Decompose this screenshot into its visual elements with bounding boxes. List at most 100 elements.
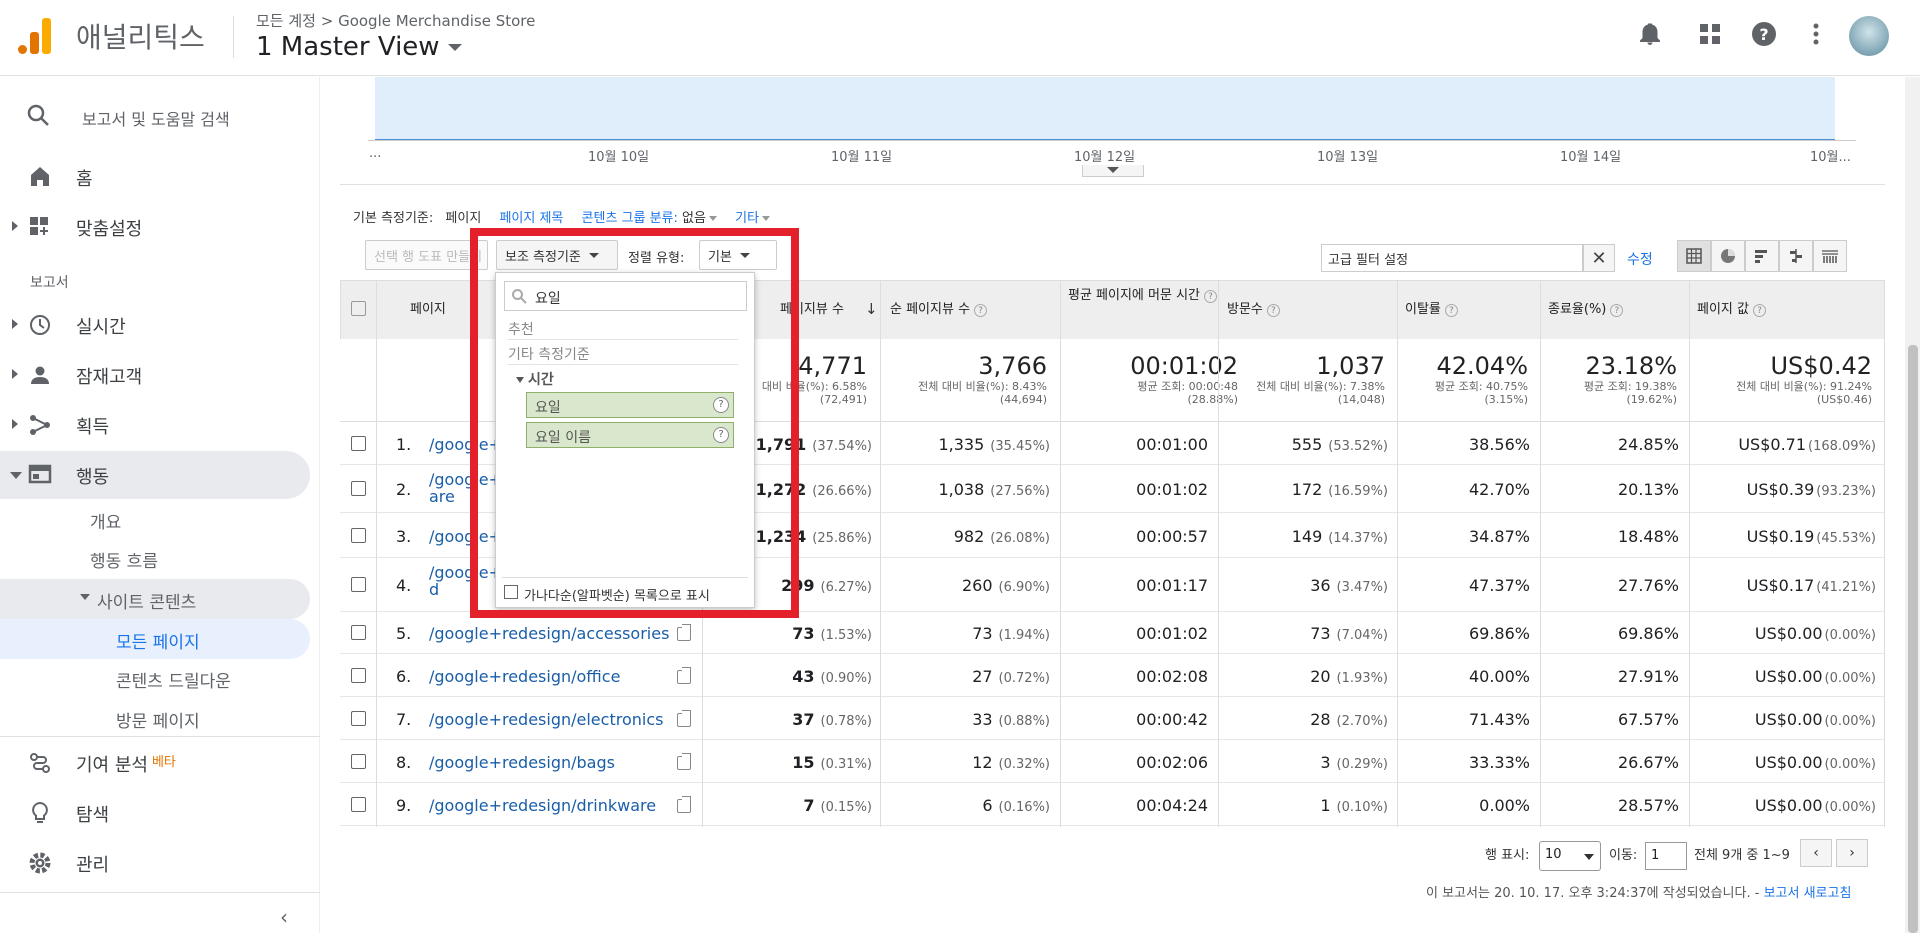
sidebar-item-behavior-overview[interactable]: 개요	[90, 508, 121, 533]
help-icon[interactable]: ?	[1266, 304, 1280, 317]
sidebar-item-home[interactable]: 홈	[0, 153, 310, 201]
cell-pct: (27.56%)	[990, 484, 1050, 499]
external-link-icon[interactable]	[677, 752, 691, 770]
header-label: 페이지	[410, 302, 446, 317]
help-icon[interactable]: ?	[1750, 20, 1778, 48]
goto-input[interactable]: 1	[1645, 842, 1687, 870]
view-selector[interactable]: 1 Master View	[256, 32, 462, 62]
avatar[interactable]	[1849, 16, 1889, 56]
external-link-icon[interactable]	[677, 795, 691, 813]
sidebar-item-attribution[interactable]: 기여 분석 베타	[0, 739, 310, 787]
bar-view-icon[interactable]	[1745, 240, 1779, 272]
row-checkbox[interactable]	[351, 625, 366, 640]
page-link[interactable]: /google+redesign/accessories	[429, 624, 669, 643]
external-link-icon[interactable]	[677, 624, 691, 641]
collapse-sidebar-icon[interactable]: ‹	[280, 905, 288, 929]
row-index: 3.	[396, 526, 412, 546]
row-checkbox[interactable]	[351, 527, 366, 543]
row-checkbox[interactable]	[351, 435, 366, 451]
advanced-filter-input[interactable]: 고급 필터 설정	[1321, 244, 1583, 272]
sidebar-item-audience[interactable]: 잠재고객	[0, 351, 310, 399]
cell-entrances: 36 (3.47%)	[1220, 576, 1388, 595]
primary-dimension-bar: 기본 측정기준: 페이지 페이지 제목 콘텐츠 그룹 분류: 없음 기타	[353, 207, 771, 226]
cell-pct: (41.21%)	[1816, 580, 1876, 595]
cell-pct: (0.31%)	[820, 756, 872, 772]
prev-page-button[interactable]: ‹	[1800, 839, 1832, 867]
sidebar-item-behavior[interactable]: 행동	[0, 451, 310, 499]
external-link-icon[interactable]	[677, 709, 691, 727]
sidebar-item-customization[interactable]: 맞춤설정	[0, 203, 310, 251]
help-icon[interactable]: ?	[1444, 304, 1458, 317]
bell-icon[interactable]	[1636, 20, 1664, 48]
cell-pct: (0.29%)	[1336, 756, 1388, 772]
pie-view-icon[interactable]	[1711, 240, 1745, 272]
cell-pct: (0.16%)	[998, 799, 1050, 815]
modify-filter-link[interactable]: 수정	[1627, 249, 1653, 269]
external-link-icon[interactable]	[677, 666, 691, 684]
help-icon[interactable]: ?	[1204, 290, 1217, 303]
more-vert-icon[interactable]	[1802, 20, 1830, 48]
rows-per-page-select[interactable]: 10	[1539, 841, 1601, 871]
page-link[interactable]: /google+redesign/bags	[429, 753, 615, 772]
pivot-view-icon[interactable]	[1813, 240, 1847, 272]
column-divider	[376, 280, 377, 827]
row-checkbox[interactable]	[351, 481, 366, 496]
row-checkbox[interactable]	[351, 577, 366, 592]
page-link[interactable]: /google+redesign/electronics	[429, 710, 663, 729]
next-page-button[interactable]: ›	[1836, 839, 1868, 867]
cell-page-value: US$0.00 (0.00%)	[1692, 796, 1876, 815]
row-checkbox[interactable]	[351, 753, 366, 769]
header-unique-pageviews[interactable]: 순 페이지뷰 수?	[890, 301, 988, 319]
close-icon[interactable]: ✕	[1583, 244, 1615, 272]
sidebar-search[interactable]: 보고서 및 도움말 검색	[0, 95, 320, 135]
content-group-link[interactable]: 콘텐츠 그룹 분류: 없음	[582, 211, 717, 226]
cell-page-value: US$0.17 (41.21%)	[1692, 576, 1876, 595]
page-link[interactable]: /google+redesign/office	[429, 667, 620, 686]
attribution-icon	[28, 751, 54, 775]
cell-unique-pageviews: 6 (0.16%)	[882, 796, 1050, 815]
chart-collapse-handle[interactable]	[1082, 165, 1144, 177]
table-view-icon[interactable]	[1677, 240, 1711, 272]
sidebar-item-landing-pages[interactable]: 방문 페이지	[116, 707, 200, 732]
breadcrumb[interactable]: 모든 계정 > Google Merchandise Store	[256, 10, 535, 31]
sidebar-item-site-content[interactable]: 사이트 콘텐츠	[0, 579, 310, 619]
refresh-report-link[interactable]: 보고서 새로고침	[1764, 886, 1852, 901]
report-generated-note: 이 보고서는 20. 10. 17. 오후 3:24:37에 작성되었습니다. …	[1426, 882, 1851, 901]
comparison-view-icon[interactable]	[1779, 240, 1813, 272]
header-page-value[interactable]: 페이지 값?	[1697, 301, 1766, 319]
sidebar-item-all-pages[interactable]: 모든 페이지	[0, 619, 310, 659]
sidebar-item-admin[interactable]: 관리	[0, 839, 310, 887]
cell-pct: (0.78%)	[820, 713, 872, 729]
analytics-logo-icon[interactable]	[18, 18, 54, 54]
row-checkbox[interactable]	[351, 796, 366, 812]
header-page[interactable]: 페이지	[410, 301, 446, 319]
header-exit-rate[interactable]: 종료율(%)?	[1548, 301, 1624, 319]
cell-pct: (93.23%)	[1816, 484, 1876, 499]
page-link[interactable]: /google+redesign/drinkware	[429, 796, 656, 815]
help-icon[interactable]: ?	[974, 304, 988, 317]
column-divider	[1884, 280, 1885, 827]
header-avg-time[interactable]: 평균 페이지에 머문 시간?	[1068, 287, 1218, 305]
sidebar-item-behavior-flow[interactable]: 행동 흐름	[90, 547, 158, 572]
dimension-page-title-link[interactable]: 페이지 제목	[499, 211, 563, 226]
cell-value: US$0.39	[1746, 480, 1815, 499]
row-checkbox[interactable]	[351, 710, 366, 726]
cell-pct: (6.27%)	[820, 580, 872, 595]
apps-icon[interactable]	[1696, 20, 1724, 48]
row-checkbox[interactable]	[351, 667, 366, 683]
total-value: 42.04%	[1436, 352, 1528, 380]
sidebar-item-realtime[interactable]: 실시간	[0, 301, 310, 349]
sidebar-divider	[0, 892, 320, 893]
sort-desc-icon[interactable]: ↓	[865, 300, 878, 318]
help-icon[interactable]: ?	[1752, 304, 1766, 317]
scrollbar-thumb[interactable]	[1908, 345, 1918, 933]
rows-per-page-label: 행 표시:	[1485, 848, 1530, 863]
header-bounce-rate[interactable]: 이탈률?	[1405, 301, 1458, 319]
select-all-checkbox[interactable]	[351, 301, 366, 316]
header-entrances[interactable]: 방문수?	[1227, 301, 1280, 319]
sidebar-item-discover[interactable]: 탐색	[0, 789, 310, 837]
sidebar-item-acquisition[interactable]: 획득	[0, 401, 310, 449]
sidebar-item-content-drilldown[interactable]: 콘텐츠 드릴다운	[116, 667, 231, 692]
other-dimension-link[interactable]: 기타	[735, 211, 771, 226]
help-icon[interactable]: ?	[1610, 304, 1624, 317]
